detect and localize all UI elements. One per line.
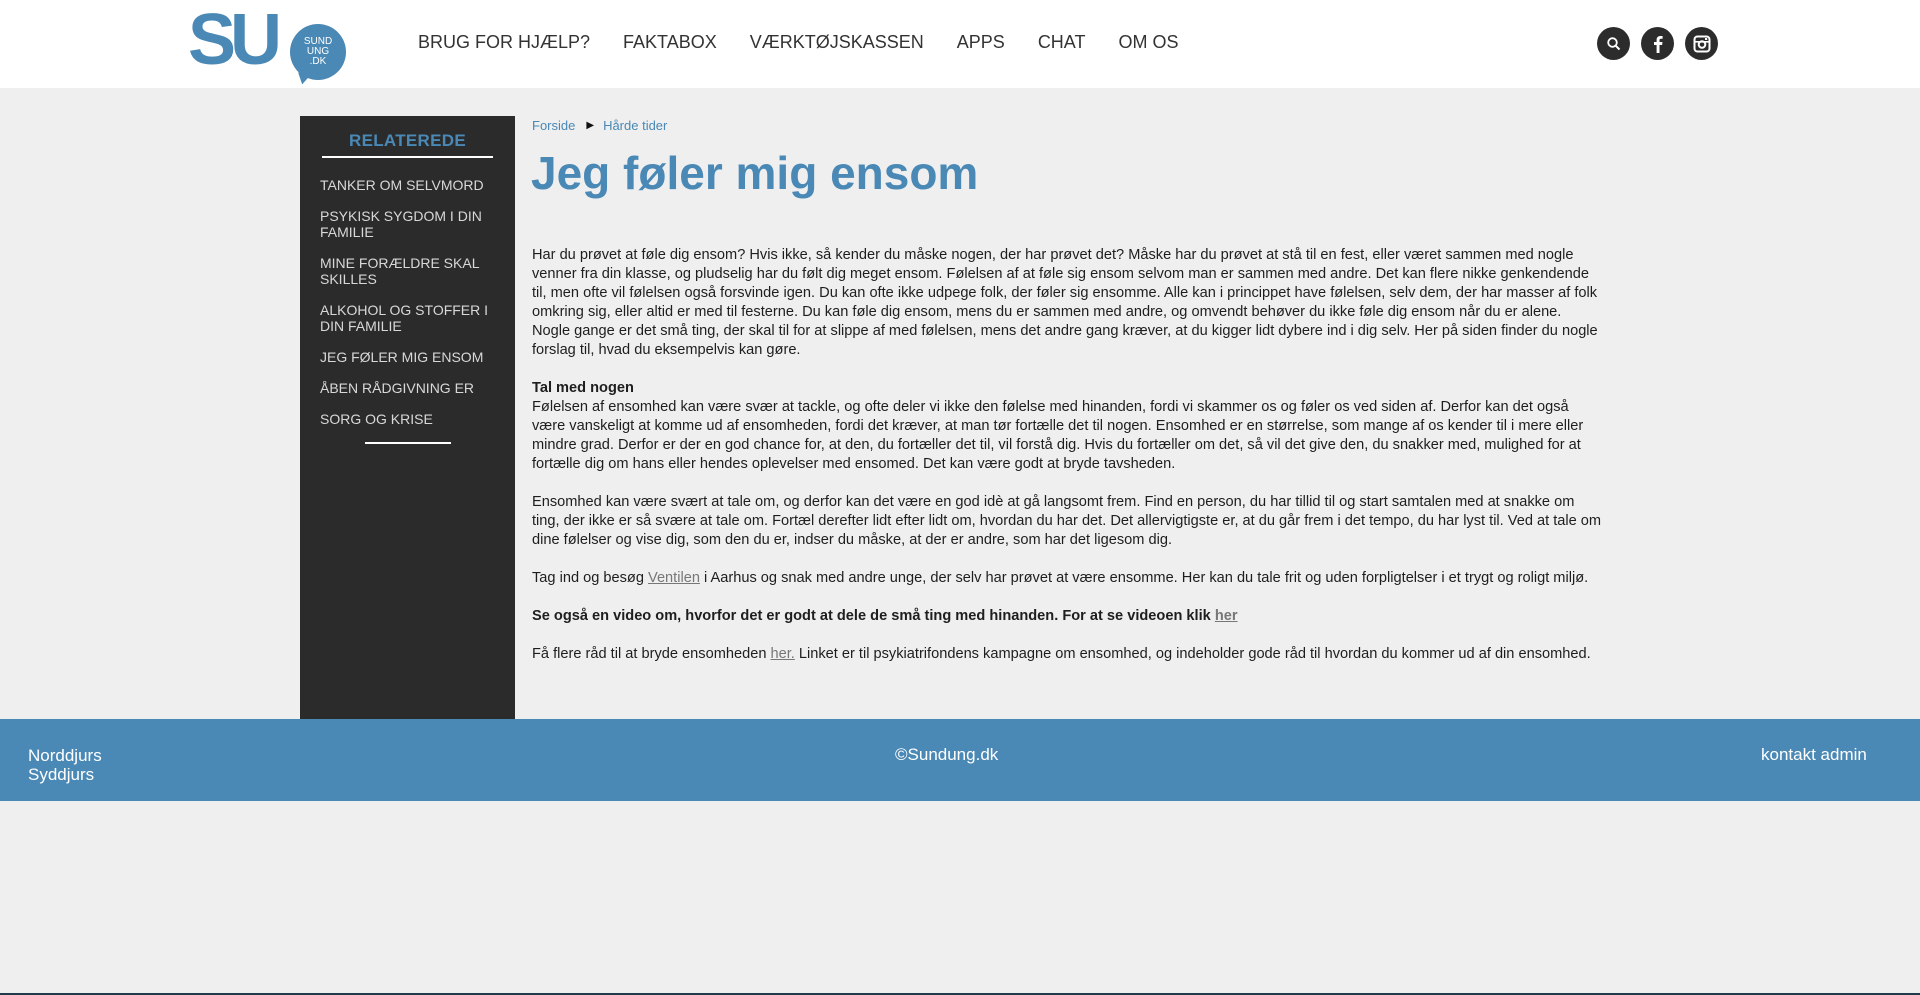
- sidebar-item-aaben-raadgivning[interactable]: ÅBEN RÅDGIVNING ER: [320, 380, 505, 396]
- logo-bubble-line: .DK: [309, 56, 327, 67]
- paragraph-text: Følelsen af ensomhed kan være svær at ta…: [532, 399, 1584, 472]
- nav-item-vaerktoejskassen[interactable]: VÆRKTØJSKASSEN: [750, 32, 924, 53]
- search-icon[interactable]: [1597, 27, 1630, 60]
- paragraph-text: Se også en video om, hvorfor det er godt…: [532, 608, 1215, 624]
- breadcrumb-arrow-icon: ▶: [586, 120, 595, 131]
- site-logo[interactable]: SU SUND UNG .DK: [188, 4, 348, 80]
- paragraph-text: i Aarhus og snak med andre unge, der sel…: [699, 570, 1589, 586]
- paragraph: Se også en video om, hvorfor det er godt…: [532, 607, 1602, 626]
- paragraph-section: Tal med nogen Følelsen af ensomhed kan væ…: [532, 379, 1602, 474]
- logo-text: SU: [188, 0, 282, 80]
- sidebar-list: TANKER OM SELVMORD PSYKISK SYGDOM I DIN …: [320, 177, 505, 442]
- breadcrumb: Forside ▶ Hårde tider: [532, 118, 667, 133]
- site-footer: Norddjurs Syddjurs ©Sundung.dk kontakt a…: [0, 719, 1920, 801]
- page-title: Jeg føler mig ensom: [531, 147, 979, 199]
- paragraph-text: Linket er til psykiatrifondens kampagne …: [794, 646, 1591, 662]
- paragraph: Har du prøvet at føle dig ensom? Hvis ik…: [532, 247, 1598, 358]
- sidebar-item-tanker-om-selvmord[interactable]: TANKER OM SELVMORD: [320, 177, 505, 193]
- social-icons: [1597, 27, 1718, 60]
- paragraph: Få flere råd til at bryde ensomheden her…: [532, 645, 1602, 664]
- sidebar-item-psykisk-sygdom[interactable]: PSYKISK SYGDOM I DIN FAMILIE: [320, 208, 505, 240]
- footer-contact-admin-link[interactable]: kontakt admin: [1761, 745, 1867, 765]
- section-heading: Tal med nogen: [532, 380, 634, 396]
- instagram-icon[interactable]: [1685, 27, 1718, 60]
- paragraph-text: Tag ind og besøg: [532, 570, 649, 586]
- main-nav: BRUG FOR HJÆLP? FAKTABOX VÆRKTØJSKASSEN …: [418, 32, 1212, 53]
- nav-item-chat[interactable]: CHAT: [1038, 32, 1086, 53]
- sidebar-divider: [365, 442, 451, 444]
- sidebar-item-foraeldre-skilles[interactable]: MINE FORÆLDRE SKAL SKILLES: [320, 255, 505, 287]
- footer-region-syddjurs[interactable]: Syddjurs: [28, 765, 102, 784]
- article-content: Har du prøvet at føle dig ensom? Hvis ik…: [532, 246, 1602, 683]
- footer-regions: Norddjurs Syddjurs: [28, 746, 102, 784]
- sidebar-item-sorg-og-krise[interactable]: SORG OG KRISE: [320, 411, 505, 427]
- breadcrumb-home[interactable]: Forside: [532, 118, 575, 133]
- footer-copyright: ©Sundung.dk: [895, 745, 999, 764]
- nav-item-apps[interactable]: APPS: [957, 32, 1005, 53]
- sidebar-title: RELATEREDE: [349, 131, 466, 150]
- sidebar-item-alkohol-og-stoffer[interactable]: ALKOHOL OG STOFFER I DIN FAMILIE: [320, 302, 505, 334]
- psykiatrifonden-link[interactable]: her.: [771, 646, 795, 662]
- sidebar-item-jeg-foeler-mig-ensom[interactable]: JEG FØLER MIG ENSOM: [320, 349, 505, 365]
- logo-bubble: SUND UNG .DK: [290, 24, 346, 80]
- site-header: SU SUND UNG .DK BRUG FOR HJÆLP? FAKTABOX…: [0, 0, 1920, 88]
- video-link[interactable]: her: [1215, 608, 1238, 624]
- paragraph-text: Få flere råd til at bryde ensomheden: [532, 646, 771, 662]
- paragraph: Tag ind og besøg Ventilen i Aarhus og sn…: [532, 569, 1602, 588]
- nav-item-brug-for-hjaelp[interactable]: BRUG FOR HJÆLP?: [418, 32, 590, 53]
- paragraph: Ensomhed kan være svært at tale om, og d…: [532, 494, 1602, 548]
- breadcrumb-current[interactable]: Hårde tider: [603, 118, 667, 133]
- nav-item-om-os[interactable]: OM OS: [1118, 32, 1178, 53]
- footer-region-norddjurs[interactable]: Norddjurs: [28, 746, 102, 765]
- sidebar-divider: [322, 156, 493, 158]
- ventilen-link[interactable]: Ventilen: [648, 570, 700, 586]
- facebook-icon[interactable]: [1641, 27, 1674, 60]
- related-sidebar: RELATEREDE TANKER OM SELVMORD PSYKISK SY…: [300, 116, 515, 719]
- nav-item-faktabox[interactable]: FAKTABOX: [623, 32, 717, 53]
